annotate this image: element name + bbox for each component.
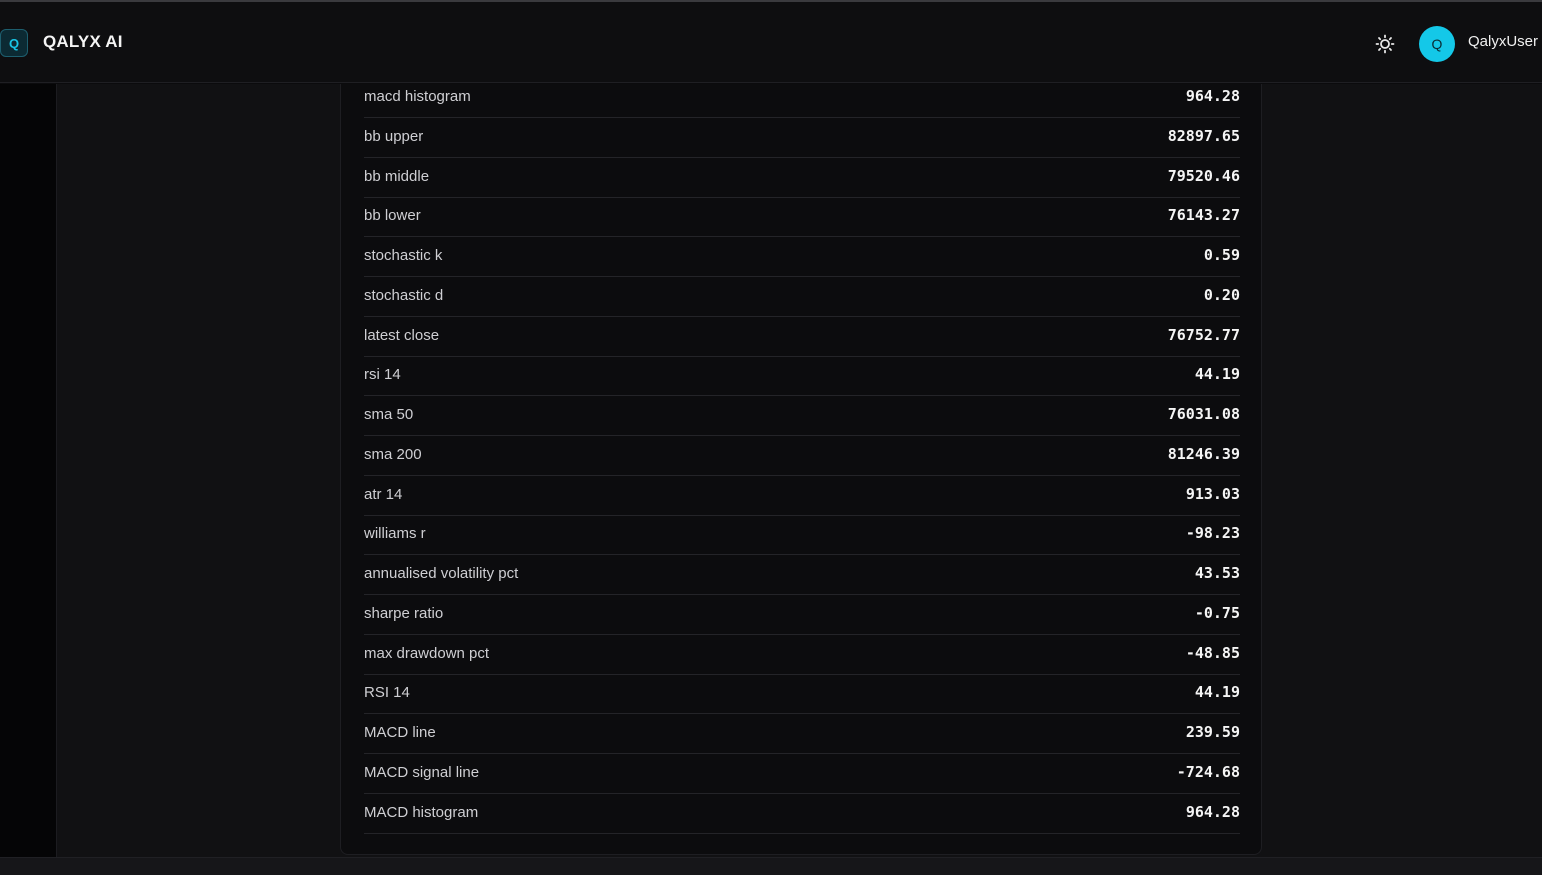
indicator-label: max drawdown pct bbox=[364, 644, 490, 662]
table-row: bb middle 79520.46 bbox=[364, 158, 1240, 198]
indicator-value: 79520.46 bbox=[1167, 166, 1240, 185]
table-row: max drawdown pct -48.85 bbox=[364, 635, 1240, 675]
table-row: latest close 76752.77 bbox=[364, 317, 1240, 357]
table-row: MACD line 239.59 bbox=[364, 714, 1240, 754]
user-avatar[interactable]: Q bbox=[1419, 26, 1455, 62]
table-row: atr 14 913.03 bbox=[364, 476, 1240, 516]
indicator-value: 44.19 bbox=[1194, 683, 1240, 702]
table-row: sma 200 81246.39 bbox=[364, 436, 1240, 476]
indicator-value: 76143.27 bbox=[1167, 206, 1240, 225]
indicator-label: MACD line bbox=[364, 724, 436, 741]
table-row: stochastic k 0.59 bbox=[364, 237, 1240, 277]
indicator-value: 964.28 bbox=[1185, 87, 1240, 105]
indicator-label: macd histogram bbox=[364, 88, 471, 105]
indicator-label: sma 200 bbox=[364, 445, 422, 463]
indicator-value: 0.59 bbox=[1203, 246, 1240, 264]
indicator-value: -724.68 bbox=[1176, 762, 1240, 781]
table-row: annualised volatility pct 43.53 bbox=[364, 555, 1240, 595]
indicator-label: stochastic k bbox=[364, 247, 443, 264]
brand-name[interactable]: QALYX AI bbox=[43, 32, 123, 52]
indicator-value: 0.20 bbox=[1203, 285, 1240, 304]
table-row: rsi 14 44.19 bbox=[364, 357, 1240, 397]
indicator-label: latest close bbox=[364, 326, 440, 344]
indicator-label: MACD signal line bbox=[364, 763, 480, 781]
table-row: macd histogram 964.28 bbox=[364, 84, 1240, 118]
sidebar-rail bbox=[0, 84, 57, 857]
username[interactable]: QalyxUser bbox=[1468, 33, 1538, 50]
indicator-value: 43.53 bbox=[1194, 564, 1240, 582]
table-row: MACD signal line -724.68 bbox=[364, 754, 1240, 794]
indicator-value: 964.28 bbox=[1185, 802, 1240, 821]
indicator-label: RSI 14 bbox=[364, 684, 410, 702]
table-row: sma 50 76031.08 bbox=[364, 396, 1240, 436]
logo-badge[interactable]: Q bbox=[0, 29, 28, 57]
indicators-table: macd histogram 964.28 bb upper 82897.65 bb m… bbox=[364, 84, 1240, 834]
indicator-label: annualised volatility pct bbox=[364, 565, 519, 582]
indicator-label: sharpe ratio bbox=[364, 604, 444, 622]
bottom-bar bbox=[0, 857, 1542, 875]
indicator-value: -48.85 bbox=[1185, 643, 1240, 662]
table-row: MACD histogram 964.28 bbox=[364, 794, 1240, 834]
top-header: Q QALYX AI Q QalyxUser bbox=[0, 2, 1542, 83]
table-row: stochastic d 0.20 bbox=[364, 277, 1240, 317]
indicator-value: -98.23 bbox=[1185, 524, 1240, 543]
table-row: bb lower 76143.27 bbox=[364, 198, 1240, 238]
indicator-label: stochastic d bbox=[364, 286, 444, 304]
indicator-value: 76031.08 bbox=[1167, 405, 1240, 423]
indicators-card: macd histogram 964.28 bb upper 82897.65 bb m… bbox=[340, 84, 1262, 855]
indicator-label: MACD histogram bbox=[364, 803, 479, 821]
indicator-value: 913.03 bbox=[1185, 484, 1240, 503]
table-row: sharpe ratio -0.75 bbox=[364, 595, 1240, 635]
table-row: williams r -98.23 bbox=[364, 516, 1240, 556]
indicator-value: 239.59 bbox=[1185, 723, 1240, 741]
indicator-value: 81246.39 bbox=[1167, 444, 1240, 463]
theme-toggle-button[interactable] bbox=[1371, 30, 1399, 58]
indicator-label: bb middle bbox=[364, 167, 430, 185]
indicator-label: williams r bbox=[364, 525, 426, 543]
indicator-label: bb upper bbox=[364, 127, 424, 145]
indicator-value: 44.19 bbox=[1194, 365, 1240, 384]
indicator-value: 76752.77 bbox=[1167, 325, 1240, 344]
table-row: bb upper 82897.65 bbox=[364, 118, 1240, 158]
indicator-label: rsi 14 bbox=[364, 366, 401, 384]
indicator-value: -0.75 bbox=[1194, 603, 1240, 622]
table-row: RSI 14 44.19 bbox=[364, 675, 1240, 715]
indicator-value: 82897.65 bbox=[1167, 126, 1240, 145]
indicator-label: bb lower bbox=[364, 207, 421, 225]
sun-icon bbox=[1375, 34, 1395, 54]
indicator-label: atr 14 bbox=[364, 485, 403, 503]
indicator-label: sma 50 bbox=[364, 406, 414, 423]
